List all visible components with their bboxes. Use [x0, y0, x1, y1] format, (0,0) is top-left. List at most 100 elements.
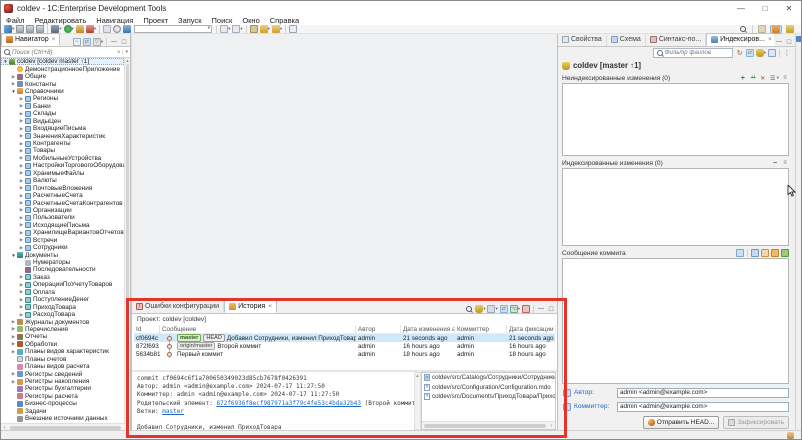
tree-item[interactable]: ▶ ХранимыеФайлы	[1, 170, 124, 177]
link-editor-active-icon[interactable]	[82, 38, 91, 46]
tree-item[interactable]: ▶ Отчеты	[1, 333, 124, 340]
tree-item[interactable]: ▶ Заказ	[1, 274, 124, 281]
dropdown-arrow-icon[interactable]: ▾	[72, 26, 74, 32]
preview-icon[interactable]	[736, 249, 744, 257]
tree-item[interactable]: ▶ РасчетныеСчета	[1, 192, 124, 199]
tree-item[interactable]: ▶ Контрагенты	[1, 140, 124, 147]
close-button[interactable]: ✕	[777, 1, 801, 15]
tree-expander-icon[interactable]: ▶	[18, 193, 25, 199]
tree-expander-icon[interactable]: ▶	[18, 222, 25, 228]
forward-icon[interactable]	[271, 25, 280, 33]
dropdown-arrow-icon[interactable]: ▾	[94, 26, 96, 32]
last-edit-icon[interactable]	[249, 25, 258, 33]
tree-expander-icon[interactable]: ▶	[18, 148, 25, 154]
clear-search-icon[interactable]: ×	[117, 49, 121, 56]
tree-expander-icon[interactable]: ▶	[10, 319, 17, 325]
tree-expander-icon[interactable]: ▶	[18, 170, 25, 176]
tree-item[interactable]: Планы счетов	[1, 356, 124, 363]
tree-item[interactable]: ▶ ЗначенияХарактеристик	[1, 132, 124, 140]
tree-expander-icon[interactable]: ▶	[18, 304, 25, 310]
table-row[interactable]: cf0694c master HEAD Добавил Сотрудники, изм…	[134, 334, 555, 342]
tree-expander-icon[interactable]: ▶	[18, 155, 25, 161]
tree-item[interactable]: ▶ МобильныеУстройства	[1, 155, 124, 162]
filter-db-icon[interactable]	[475, 305, 484, 313]
filter-menu-icon[interactable]	[92, 38, 101, 46]
tree-item[interactable]: Планы видов расчета	[1, 363, 124, 370]
column-header[interactable]: Сообщение	[160, 325, 356, 333]
tree-expander-icon[interactable]: ▶	[18, 118, 25, 124]
author-label[interactable]: Автор:	[574, 389, 614, 396]
tree-expander-icon[interactable]: ▶	[18, 103, 25, 109]
tree-item[interactable]: ▶ Валюты	[1, 177, 124, 184]
tree-item[interactable]: Последовательности	[1, 266, 124, 273]
compact-tree-icon[interactable]	[781, 74, 789, 82]
search-scope-icon[interactable]	[123, 25, 132, 33]
list-item[interactable]: ✕ coldev/src/Documents/ПриходТовара/Прихо…	[422, 392, 555, 401]
commit-message-box[interactable]	[562, 258, 789, 384]
staged-changes-box[interactable]	[562, 168, 789, 246]
tree-item[interactable]: ▶ Общие	[1, 73, 124, 80]
tree-expander-icon[interactable]: ▶	[18, 200, 25, 206]
tree-item[interactable]: ▶ Перечисления	[1, 326, 124, 333]
tree-expander-icon[interactable]: ▶	[18, 237, 25, 243]
dropdown-arrow-icon[interactable]: ▾	[764, 50, 766, 56]
occurrences-icon[interactable]	[103, 25, 112, 33]
format-brush-icon[interactable]	[85, 25, 94, 33]
history-clock-icon[interactable]	[113, 25, 122, 33]
tree-item[interactable]: ▶ РасчетныеСчетаКонтрагентов	[1, 199, 124, 207]
dropdown-arrow-icon[interactable]: ▾	[240, 26, 242, 32]
column-header[interactable]: Дата фиксации	[507, 325, 556, 333]
dropdown-arrow-icon[interactable]: ▾	[518, 306, 520, 312]
link-with-selection-active-icon[interactable]	[499, 305, 508, 313]
tree-item[interactable]: ▼ Документы	[1, 251, 124, 259]
search-options-icon[interactable]: ▾	[122, 49, 128, 55]
menu-item[interactable]: Навигация	[91, 16, 138, 25]
tree-expander-icon[interactable]: ▶	[18, 312, 25, 318]
files-hscrollbar[interactable]: ›	[422, 421, 555, 429]
table-row[interactable]: 5634b81 Первый коммит admin 18 hours ago adm…	[134, 350, 555, 358]
toolbar-combo[interactable]	[134, 25, 213, 33]
stage-add-all-icon[interactable]	[749, 74, 757, 82]
committer-label[interactable]: Коммиттер:	[574, 403, 614, 410]
presentation-icon[interactable]	[769, 74, 777, 82]
filter-db-icon[interactable]	[755, 49, 764, 57]
maximize-icon[interactable]	[547, 305, 555, 313]
tree-item[interactable]: ▶ ХранилищеВариантовОтчетов	[1, 229, 124, 236]
compare-mode-icon[interactable]	[487, 305, 496, 313]
tree-item[interactable]: ▶ ПочтовыеВложения	[1, 184, 124, 192]
tree-expander-icon[interactable]: ▼	[2, 59, 9, 64]
tree-expander-icon[interactable]: ▶	[18, 111, 25, 117]
tree-item[interactable]: ▶ Обработки	[1, 341, 124, 348]
view-menu-icon[interactable]	[783, 49, 791, 57]
menu-item[interactable]: Окно	[237, 16, 264, 25]
tree-item[interactable]: Нумераторы	[1, 259, 124, 266]
stage-add-icon[interactable]	[739, 74, 747, 82]
tree-expander-icon[interactable]: ▶	[18, 178, 25, 184]
tree-item[interactable]: ▶ ПоступлениеДенег	[1, 296, 124, 303]
tree-item[interactable]: ▶ ПриходТовара	[1, 303, 124, 311]
deleted-refs-icon[interactable]	[522, 305, 530, 313]
tree-item[interactable]: ▶ Склады	[1, 110, 124, 117]
tree-expander-icon[interactable]: ▶	[18, 297, 25, 303]
tree-expander-icon[interactable]: ▶	[10, 326, 17, 332]
tree-expander-icon[interactable]: ▼	[10, 253, 17, 258]
column-header[interactable]: Автор	[356, 325, 401, 333]
minimize-icon[interactable]	[110, 38, 118, 46]
tree-item[interactable]: ▶ ИсходящиеПисьма	[1, 222, 124, 229]
unstaged-changes-box[interactable]	[562, 83, 789, 156]
tree-expander-icon[interactable]: ▶	[10, 341, 17, 347]
search-input[interactable]	[12, 47, 115, 57]
tree-item[interactable]: Регистры бухгалтерии	[1, 385, 124, 392]
scrollbar-thumb[interactable]	[10, 425, 121, 430]
tree-item[interactable]: ▶ Журналы документов	[1, 318, 124, 326]
amend-icon[interactable]	[771, 249, 779, 257]
maximize-icon[interactable]	[785, 38, 793, 46]
tree-item[interactable]: ▶ Регистры сведений	[1, 370, 124, 378]
tree-expander-icon[interactable]: ▶	[18, 215, 25, 221]
tree-item[interactable]: Регистры расчета	[1, 393, 124, 400]
save-as-icon[interactable]	[36, 25, 45, 33]
tree-item[interactable]: ▶ Константы	[1, 80, 124, 88]
scrollbar-thumb[interactable]	[424, 423, 546, 428]
dropdown-arrow-icon[interactable]: ▾	[777, 75, 779, 81]
dropdown-arrow-icon[interactable]: ▾	[268, 26, 270, 32]
